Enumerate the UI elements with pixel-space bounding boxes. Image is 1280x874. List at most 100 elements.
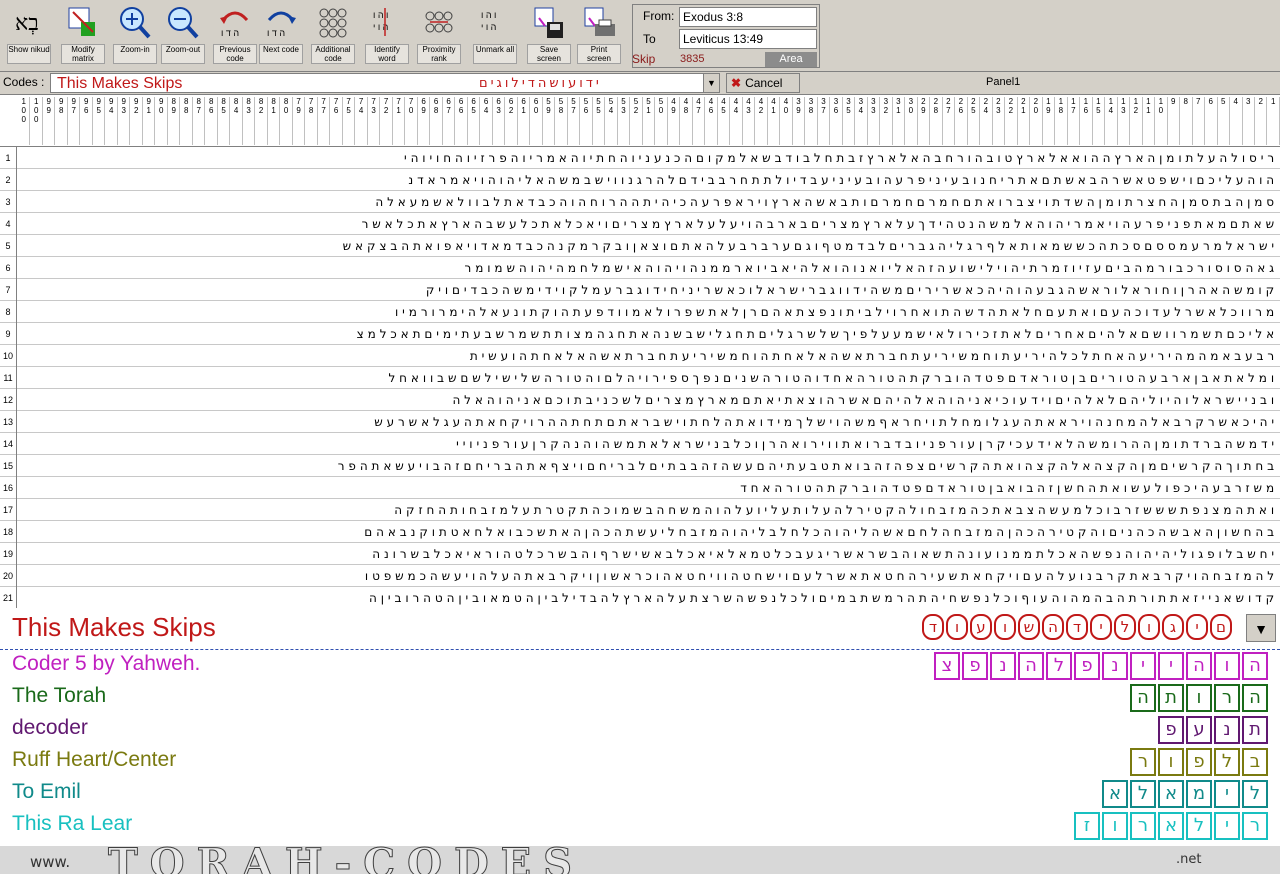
row-letters[interactable]: ישראלמרעמססםסכתהכששמאותאלףרגליהגבריםלבדמ… xyxy=(22,235,1278,257)
legend-hebrew-6: זוראליר xyxy=(1074,812,1268,840)
nikud-icon: בְא xyxy=(15,11,39,36)
matrix-row: 8 מרווכלאשרלעדוכהעםואתעםחלאתהדשהתואחרוילב… xyxy=(0,301,1280,323)
row-letters[interactable]: רבעבאמהמהיריעהאחתלכלהיריעתוחמשיריעתחברתא… xyxy=(22,345,1278,367)
unmark-all-button[interactable]: ו ה ו ה ו י Unmark all xyxy=(472,4,518,68)
row-number: 7 xyxy=(0,279,17,301)
from-input[interactable]: Exodus 3:8 xyxy=(679,7,817,27)
skip-value: 3835 xyxy=(680,53,705,65)
row-number: 12 xyxy=(0,389,17,411)
row-letters[interactable]: קדושאנייזאתתורתהבהמהוהעוףוכלנפשחיהתהרמשת… xyxy=(22,587,1278,608)
column-header: 3 7 xyxy=(818,97,831,145)
legend-letter: ו xyxy=(1102,812,1128,840)
code-letter: י xyxy=(1186,614,1208,640)
modify-matrix-button[interactable]: Modify matrix xyxy=(60,4,106,68)
row-letters[interactable]: ואתהמצנפתשששזרבוכלמעשהצבאתכהמזבחולהקטירל… xyxy=(22,499,1278,521)
proximity-rank-button[interactable]: Proximity rank xyxy=(416,4,462,68)
matrix-row: 11 ומלאתאבןארבעהטוריםבןטוראדםפטדהוברקתהטו… xyxy=(0,367,1280,389)
brand-logo-text: TORAH-CODES xyxy=(107,846,585,874)
column-header: 1 6 xyxy=(1080,97,1093,145)
legend-letter: נ xyxy=(1102,652,1128,680)
row-number: 2 xyxy=(0,169,17,191)
row-letters[interactable]: יהיכאשרקרבאלהמחנהויראאתהעגלומחלתויחראףמש… xyxy=(22,411,1278,433)
row-letters[interactable]: ידמשהברדתומןההרומשהלאידעכיקרןעורפניובדבר… xyxy=(22,433,1278,455)
row-letters[interactable]: ובניישראלוהיוליהםלאלהיםוידעוכיאניהוהאלהי… xyxy=(22,389,1278,411)
code-letter: ה xyxy=(1042,614,1064,640)
column-header: 2 2 xyxy=(1005,97,1018,145)
row-number: 17 xyxy=(0,499,17,521)
legend-letter: א xyxy=(1158,812,1184,840)
previous-code-button[interactable]: ה ד ו Previous code xyxy=(212,4,258,68)
codes-select[interactable]: This Makes Skips ידועושהדילוגים ▼ xyxy=(50,73,720,93)
row-number: 15 xyxy=(0,455,17,477)
column-header: 5 7 xyxy=(568,97,581,145)
zoom-in-button[interactable]: Zoom-in xyxy=(112,4,158,68)
next-code-button[interactable]: ה ד ו Next code xyxy=(258,4,304,68)
column-header: 8 7 xyxy=(193,97,206,145)
column-header: 9 6 xyxy=(80,97,93,145)
code-title-row: This Makes Skips דועושהדילוגים ▼ xyxy=(0,608,1280,650)
legend-letter: ו xyxy=(1186,684,1212,712)
column-header: 2 9 xyxy=(918,97,931,145)
column-header: 7 8 xyxy=(305,97,318,145)
letter-matrix[interactable]: 1 0 01 0 09 99 89 79 69 59 49 39 29 19 0… xyxy=(0,94,1280,608)
row-letters[interactable]: בחתוךהקרשיםמןהקצהאלהקצהואתהקרשיםצפהזהבוא… xyxy=(22,455,1278,477)
row-number: 20 xyxy=(0,565,17,587)
column-header: 8 8 xyxy=(180,97,193,145)
show-nikud-button[interactable]: בְא Show nikud xyxy=(6,4,52,68)
identify-word-button[interactable]: ו ה ו ה ו י Identify word xyxy=(364,4,410,68)
print-screen-button[interactable]: Print screen xyxy=(576,4,622,68)
row-number: 10 xyxy=(0,345,17,367)
column-header: 9 7 xyxy=(68,97,81,145)
column-header: 9 xyxy=(1168,97,1181,145)
column-header: 3 1 xyxy=(893,97,906,145)
row-letters[interactable]: ריסולהעלתומןהארץההואאלארץטובהורחבהאלארץז… xyxy=(22,147,1278,169)
row-letters[interactable]: בהחשוןהאבשהכהניםוהקטירהכהןהמזבחהלחםאשהלי… xyxy=(22,521,1278,543)
row-number: 21 xyxy=(0,587,17,608)
row-letters[interactable]: סמןהבתסמןהחצרתומןהשדתויצברואתםחמרםחמרםות… xyxy=(22,191,1278,213)
row-letters[interactable]: מרווכלאשרלעדוכהעםואתעםחלאתהדשהתואחרוילבי… xyxy=(22,301,1278,323)
row-number: 14 xyxy=(0,433,17,455)
brand-net: .net xyxy=(1176,852,1202,867)
to-input[interactable]: Leviticus 13:49 xyxy=(679,29,817,49)
row-letters[interactable]: קומשהאהרןוחוראלוראשהגבעהוהיהכאשריריםמשהי… xyxy=(22,279,1278,301)
code-letter: ש xyxy=(1018,614,1040,640)
column-header: 1 xyxy=(1268,97,1280,145)
legend-label-2: The Torah xyxy=(12,684,107,707)
row-letters[interactable]: ומלאתאבןארבעהטוריםבןטוראדםפטדהוברקתהטורה… xyxy=(22,367,1278,389)
column-header: 3 8 xyxy=(805,97,818,145)
legend-label-6: This Ra Lear xyxy=(12,812,133,835)
legend-letter: מ xyxy=(1186,780,1212,808)
row-letters[interactable]: שאתםמאתפניפרעהויאמריהוהאלמשהנטהידךעלארץמ… xyxy=(22,213,1278,235)
area-button[interactable]: Area xyxy=(765,52,817,67)
row-number: 3 xyxy=(0,191,17,213)
column-header: 5 9 xyxy=(543,97,556,145)
column-header: 7 6 xyxy=(330,97,343,145)
row-letters[interactable]: יחשבלופגוליהיהוהנפשהאכלתממנועונהתשאוהבשר… xyxy=(22,543,1278,565)
row-letters[interactable]: אליכםתשמרוושםאלהיםאחריםלאתזכירולאישמעעלפ… xyxy=(22,323,1278,345)
column-header: 9 0 xyxy=(155,97,168,145)
legend-letter: ו xyxy=(1158,748,1184,776)
panel-label: Panel1 xyxy=(986,76,1021,88)
column-header: 8 6 xyxy=(205,97,218,145)
save-screen-button[interactable]: Save screen xyxy=(526,4,572,68)
legend-label-3: decoder xyxy=(12,716,88,739)
row-letters[interactable]: להמזבחהויקרבאתקרבנועלהעםויקחאתשעירהחטאתא… xyxy=(22,565,1278,587)
cancel-button[interactable]: ✖ Cancel xyxy=(726,73,800,93)
row-letters[interactable]: משזרבעהיכפולעשואתהחשןזהבואבןטוראדםפטדהוב… xyxy=(22,477,1278,499)
code-letter: ל xyxy=(1114,614,1136,640)
chevron-down-icon[interactable]: ▼ xyxy=(703,74,719,92)
row-letters[interactable]: גאהסוסורכבורמהביםעזיוזמרתיהוילישועהזהאלי… xyxy=(22,257,1278,279)
column-header: 6 4 xyxy=(480,97,493,145)
column-header: 8 9 xyxy=(168,97,181,145)
chevron-down-icon[interactable]: ▼ xyxy=(1246,614,1276,642)
zoom-in-icon xyxy=(120,7,151,39)
additional-code-label: Additional code xyxy=(311,44,355,64)
column-header: 3 4 xyxy=(855,97,868,145)
column-header: 3 xyxy=(1243,97,1255,145)
row-letters[interactable]: הוהעליכםוישפטאשרהבאשתםאתריחנובעיניפרעהוב… xyxy=(22,169,1278,191)
additional-code-button[interactable]: Additional code xyxy=(310,4,356,68)
legend-letter: ה xyxy=(1018,652,1044,680)
column-header: 2 4 xyxy=(980,97,993,145)
zoom-out-button[interactable]: Zoom-out xyxy=(160,4,206,68)
column-header: 9 2 xyxy=(130,97,143,145)
